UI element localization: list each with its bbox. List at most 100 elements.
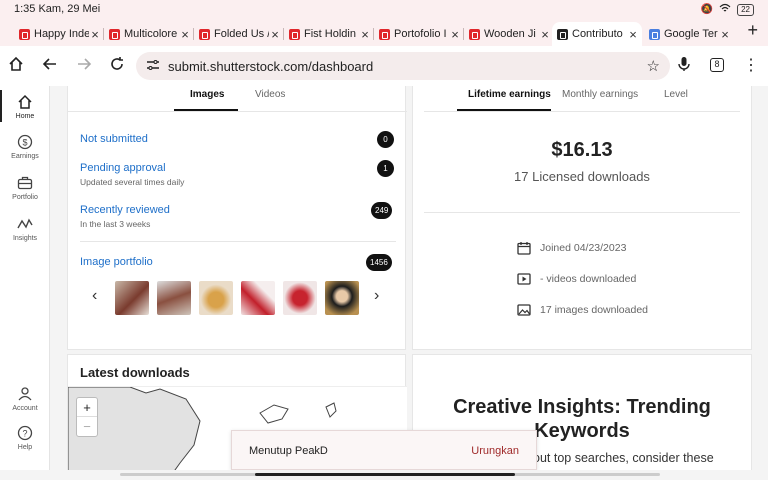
sidebar-item-home[interactable]: Home: [0, 90, 50, 122]
earnings-tabs: Lifetime earnings Monthly earnings Level: [413, 87, 753, 111]
sidebar: Home $ Earnings Portfolio Insights Accou…: [0, 86, 50, 470]
tab-title: Fist Holdin: [304, 28, 356, 40]
image-icon: [517, 304, 531, 316]
gesture-handle[interactable]: [255, 473, 515, 476]
browser-toolbar: submit.shutterstock.com/dashboard ☆ 8 ⋮: [0, 46, 768, 86]
dollar-icon: $: [17, 134, 33, 150]
sidebar-item-label: Account: [12, 405, 38, 412]
tab-lifetime-earnings[interactable]: Lifetime earnings: [468, 89, 551, 100]
help-icon: ?: [17, 425, 33, 441]
map-zoom-control: + −: [76, 397, 98, 437]
carousel-prev-icon[interactable]: ‹: [92, 287, 97, 305]
zoom-out-button[interactable]: −: [77, 417, 97, 436]
tab-images[interactable]: Images: [190, 89, 224, 100]
tab-title: Wooden Ji: [484, 28, 536, 40]
latest-downloads-title: Latest downloads: [80, 365, 190, 380]
tabs-divider: [68, 111, 407, 112]
url-text: submit.shutterstock.com/dashboard: [168, 59, 374, 74]
status-icons: 🔕 22: [701, 3, 754, 16]
site-settings-icon[interactable]: [146, 58, 160, 75]
portfolio-thumbnail[interactable]: [115, 281, 149, 315]
sidebar-item-account[interactable]: Account: [0, 386, 50, 412]
page-content: Home $ Earnings Portfolio Insights Accou…: [0, 86, 768, 470]
snackbar-message: Menutup PeakD: [249, 445, 328, 457]
tab-title: Folded Us /: [214, 28, 269, 40]
portfolio-thumbnail[interactable]: [199, 281, 233, 315]
sidebar-item-help[interactable]: ? Help: [0, 425, 50, 451]
tab-title: Multicolore: [124, 28, 178, 40]
home-button-icon[interactable]: [6, 56, 26, 78]
pending-approval-link[interactable]: Pending approval: [80, 162, 166, 174]
close-tab-icon[interactable]: ×: [179, 27, 191, 42]
image-portfolio-link[interactable]: Image portfolio: [80, 256, 153, 268]
browser-tab-active[interactable]: Contributo ×: [552, 22, 642, 46]
shutterstock-icon: [469, 28, 480, 40]
calendar-icon: [517, 242, 531, 255]
undo-button[interactable]: Urungkan: [471, 445, 519, 457]
sidebar-item-label: Portfolio: [12, 194, 38, 201]
close-tab-icon[interactable]: ×: [449, 27, 461, 42]
sidebar-item-earnings[interactable]: $ Earnings: [0, 134, 50, 160]
tab-switcher-button[interactable]: 8: [710, 58, 724, 72]
pending-approval-count: 1: [377, 160, 394, 177]
sidebar-item-label: Earnings: [11, 153, 39, 160]
browser-tab[interactable]: Wooden Ji ×: [464, 22, 554, 46]
microphone-icon[interactable]: [674, 56, 694, 78]
contributor-icon: [557, 28, 568, 40]
carousel-next-icon[interactable]: ›: [374, 287, 379, 305]
mute-icon: 🔕: [700, 4, 714, 15]
images-downloaded-text: 17 images downloaded: [540, 304, 648, 316]
close-tab-icon[interactable]: ×: [359, 27, 371, 42]
battery-icon: 22: [737, 3, 754, 16]
tab-strip: Happy Inde × Multicolore × Folded Us / ×…: [0, 18, 768, 46]
close-tab-icon[interactable]: ×: [269, 27, 281, 42]
status-time: 1:35 Kam, 29 Mei: [14, 3, 101, 15]
close-tab-icon[interactable]: ×: [89, 27, 101, 42]
browser-tab[interactable]: Fist Holdin ×: [284, 22, 374, 46]
portfolio-thumbnail[interactable]: [241, 281, 275, 315]
sidebar-item-label: Insights: [12, 235, 38, 242]
status-bar: 1:35 Kam, 29 Mei 🔕 22: [0, 0, 768, 18]
sidebar-item-portfolio[interactable]: Portfolio: [0, 175, 50, 201]
pending-approval-note: Updated several times daily: [80, 177, 185, 187]
tab-videos[interactable]: Videos: [255, 89, 285, 100]
portfolio-thumbnail[interactable]: [157, 281, 191, 315]
shutterstock-icon: [289, 28, 300, 40]
more-menu-icon[interactable]: ⋮: [741, 56, 761, 76]
forward-arrow-icon[interactable]: [74, 56, 94, 78]
translate-icon: [649, 28, 660, 40]
sidebar-item-label: Home: [15, 113, 35, 120]
close-tab-icon[interactable]: ×: [627, 27, 639, 42]
zoom-in-button[interactable]: +: [77, 398, 97, 417]
close-tab-icon[interactable]: ×: [539, 27, 551, 42]
address-bar[interactable]: submit.shutterstock.com/dashboard ☆: [136, 52, 670, 80]
reload-icon[interactable]: [107, 56, 127, 78]
closed-tab-snackbar: Menutup PeakD Urungkan: [231, 430, 537, 470]
portfolio-thumbnail[interactable]: [325, 281, 359, 315]
browser-tab[interactable]: Happy Inde ×: [14, 22, 104, 46]
back-arrow-icon[interactable]: [40, 56, 60, 78]
tab-level[interactable]: Level: [664, 89, 688, 100]
portfolio-divider: [80, 241, 396, 242]
not-submitted-link[interactable]: Not submitted: [80, 133, 148, 145]
joined-date-row: Joined 04/23/2023: [517, 241, 626, 255]
recently-reviewed-link[interactable]: Recently reviewed: [80, 204, 170, 216]
new-tab-icon[interactable]: +: [747, 20, 758, 41]
portfolio-thumbnail[interactable]: [283, 281, 317, 315]
bookmark-star-icon[interactable]: ☆: [647, 57, 660, 75]
images-card: Images Videos Not submitted 0 Pending ap…: [67, 86, 407, 350]
tab-title: Happy Inde: [34, 28, 89, 40]
images-tabs: Images Videos: [68, 87, 407, 111]
browser-tab[interactable]: Portofolio I ×: [374, 22, 464, 46]
insights-description: out top searches, consider these: [533, 451, 714, 465]
tab-monthly-earnings[interactable]: Monthly earnings: [562, 89, 638, 100]
browser-tab[interactable]: Google Ter ×: [644, 22, 734, 46]
svg-text:$: $: [22, 138, 27, 148]
browser-tab[interactable]: Folded Us / ×: [194, 22, 284, 46]
browser-tab[interactable]: Multicolore ×: [104, 22, 194, 46]
sidebar-item-insights[interactable]: Insights: [0, 216, 50, 242]
close-tab-icon[interactable]: ×: [719, 27, 731, 42]
licensed-downloads: 17 Licensed downloads: [514, 169, 650, 184]
recently-reviewed-count: 249: [371, 202, 393, 219]
images-downloaded-row: 17 images downloaded: [517, 303, 648, 317]
